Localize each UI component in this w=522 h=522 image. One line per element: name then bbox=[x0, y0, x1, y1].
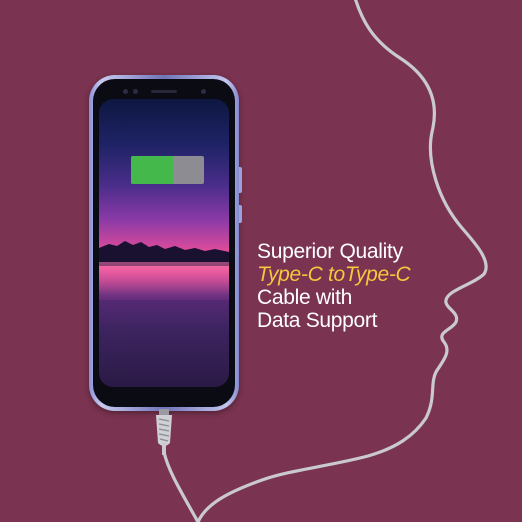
headline-line-4: Data Support bbox=[257, 309, 378, 332]
volume-button bbox=[239, 205, 242, 223]
headline-line-3: Cable with bbox=[257, 286, 353, 309]
earpiece-speaker bbox=[151, 90, 177, 93]
product-image: Superior Quality Type-C toType-C Cable w… bbox=[0, 0, 522, 522]
phone-screen bbox=[99, 99, 229, 387]
lake-reflection bbox=[99, 262, 229, 300]
headline-line-1: Superior Quality bbox=[257, 240, 403, 263]
headline: Superior Quality Type-C toType-C Cable w… bbox=[257, 240, 437, 332]
smartphone bbox=[89, 75, 242, 411]
headline-line-2: Type-C toType-C bbox=[257, 263, 411, 286]
usb-c-connector bbox=[156, 409, 172, 455]
phone-bezel bbox=[93, 79, 235, 407]
front-camera-icon bbox=[123, 89, 128, 94]
power-button bbox=[239, 167, 242, 193]
iris-sensor-icon bbox=[201, 89, 206, 94]
sensor-icon bbox=[133, 89, 138, 94]
battery-charge-fill bbox=[131, 156, 174, 184]
battery-icon bbox=[131, 156, 204, 184]
